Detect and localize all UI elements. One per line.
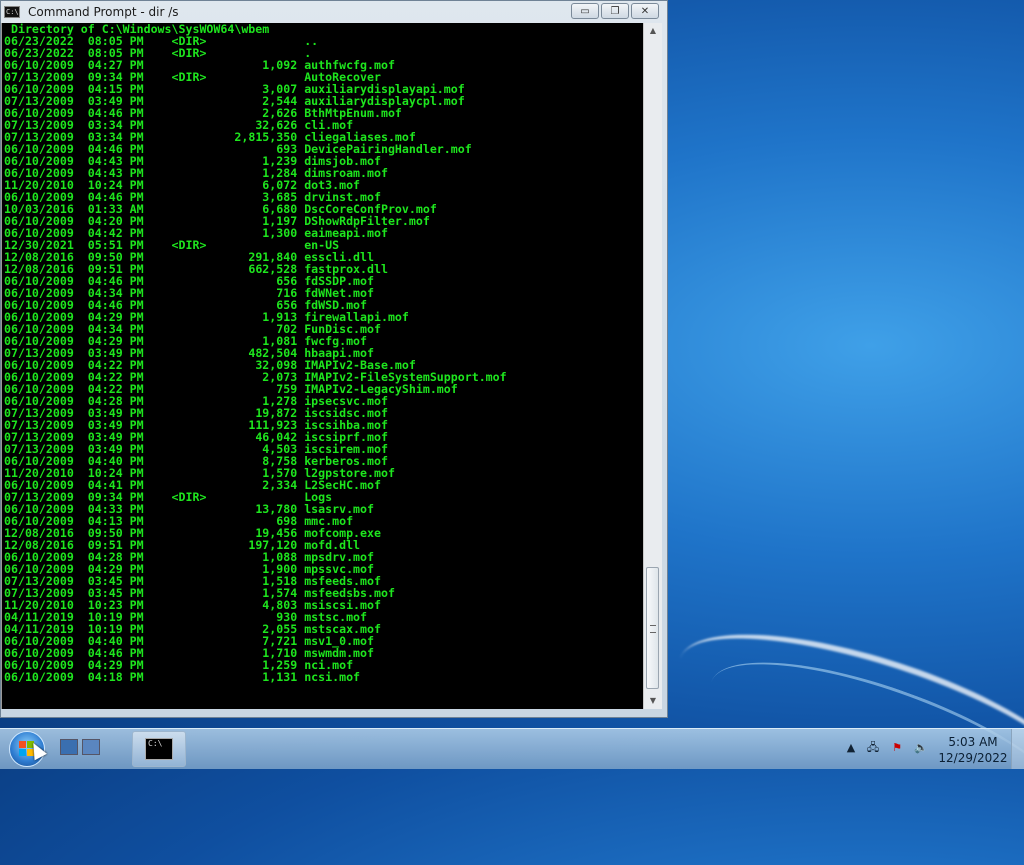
dir-entry-line: 06/10/2009 04:18 PM 1,131 ncsi.mof (4, 670, 360, 684)
scroll-down-icon[interactable]: ▼ (644, 693, 662, 709)
console-text: Directory of C:\Windows\SysWOW64\wbem 06… (2, 23, 643, 683)
minimize-button[interactable]: ▭ (571, 3, 599, 19)
grip-icon (650, 625, 656, 633)
command-prompt-window: C:\ Command Prompt - dir /s ▭ ❐ ✕ Direct… (0, 0, 668, 718)
show-desktop-button[interactable] (1011, 729, 1024, 769)
show-hidden-icons[interactable]: ▲ (844, 741, 858, 755)
close-button[interactable]: ✕ (631, 3, 659, 19)
maximize-icon: ❐ (610, 5, 620, 17)
taskbar-item-command-prompt[interactable]: C:\ (132, 731, 186, 767)
window-title: Command Prompt - dir /s (28, 5, 179, 19)
action-center-icon[interactable]: ⚑ (890, 741, 904, 755)
switch-windows-quicklaunch-icon[interactable] (82, 739, 100, 755)
entry-size: 1,131 (234, 670, 298, 684)
maximize-button[interactable]: ❐ (601, 3, 629, 19)
taskbar: C:\ ▲ 🖧 ⚑ 🔈 5:03 AM 12/29/2022 (0, 728, 1024, 769)
vertical-scrollbar[interactable]: ▲ ▼ (643, 23, 662, 709)
clock-time: 5:03 AM (948, 735, 998, 749)
clock-date: 12/29/2022 (938, 751, 1008, 765)
title-bar[interactable]: C:\ Command Prompt - dir /s ▭ ❐ ✕ (1, 1, 667, 23)
entry-time: 04:18 PM (87, 670, 144, 684)
network-icon[interactable]: 🖧 (866, 741, 880, 755)
command-prompt-taskbar-icon: C:\ (145, 738, 173, 760)
scroll-up-icon[interactable]: ▲ (644, 23, 662, 39)
entry-dir (172, 670, 235, 684)
minimize-icon: ▭ (580, 5, 590, 17)
system-clock[interactable]: 5:03 AM 12/29/2022 (938, 734, 1008, 766)
volume-icon[interactable]: 🔈 (914, 741, 928, 755)
command-prompt-icon[interactable]: C:\ (4, 6, 20, 18)
close-icon: ✕ (640, 5, 650, 17)
scrollbar-thumb[interactable] (646, 567, 659, 689)
entry-name: ncsi.mof (304, 670, 361, 684)
console-output[interactable]: Directory of C:\Windows\SysWOW64\wbem 06… (1, 23, 643, 709)
show-desktop-quicklaunch-icon[interactable] (60, 739, 78, 755)
entry-date: 06/10/2009 (4, 670, 74, 684)
